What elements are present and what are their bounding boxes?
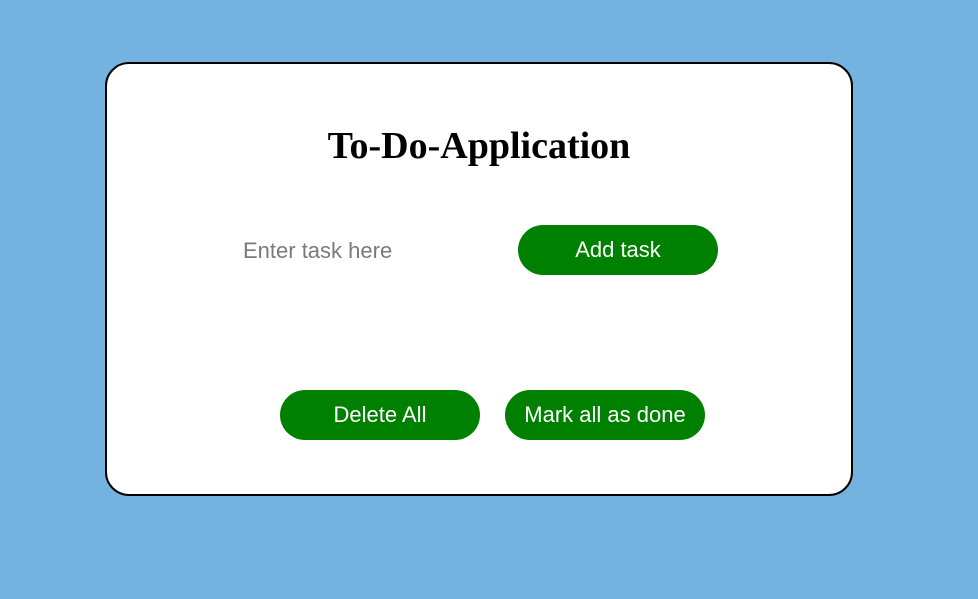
add-task-button[interactable]: Add task: [518, 225, 718, 275]
page-title: To-Do-Application: [327, 125, 631, 167]
delete-all-button[interactable]: Delete All: [280, 390, 480, 440]
task-input[interactable]: [243, 226, 483, 276]
todo-card: To-Do-Application Add task Delete All Ma…: [105, 62, 853, 496]
mark-all-done-button[interactable]: Mark all as done: [505, 390, 705, 440]
